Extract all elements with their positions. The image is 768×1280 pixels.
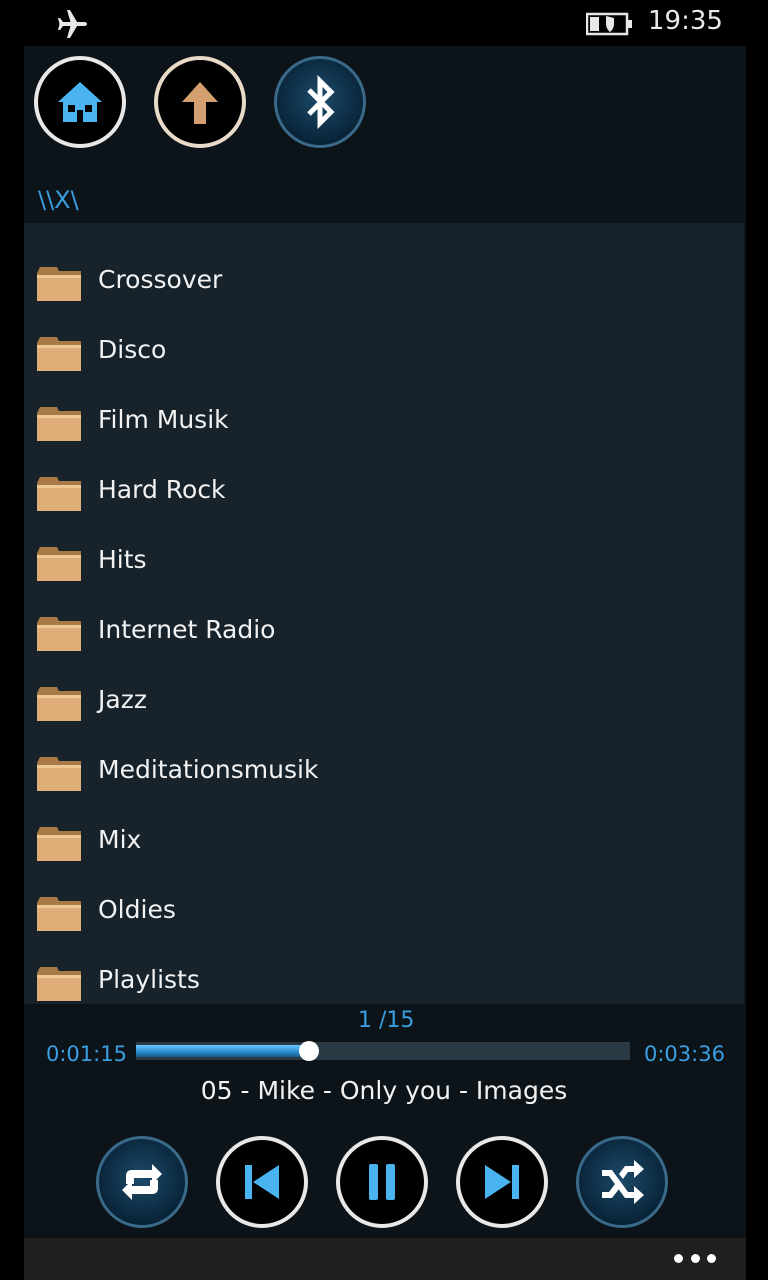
- elapsed-time: 0:01:15: [46, 1042, 127, 1066]
- dot: [690, 1253, 700, 1263]
- media-player: 1 /15 0:01:15 0:03:36 05 - Mike - Only y…: [24, 1008, 746, 1238]
- folder-icon: [37, 547, 81, 581]
- folder-icon: [37, 757, 81, 791]
- app-bar: [24, 1238, 746, 1280]
- home-button[interactable]: [34, 56, 126, 148]
- seek-progress: [136, 1045, 309, 1057]
- folder-label: Film Musik: [98, 405, 229, 434]
- folder-label: Jazz: [98, 685, 147, 714]
- folder-icon: [37, 407, 81, 441]
- previous-button[interactable]: [216, 1136, 308, 1228]
- status-bar: 19:35: [0, 0, 768, 46]
- repeat-button[interactable]: [96, 1136, 188, 1228]
- folder-label: Meditationsmusik: [98, 755, 319, 784]
- bluetooth-icon: [307, 74, 335, 130]
- current-path: \\X\: [38, 186, 79, 214]
- folder-label: Hard Rock: [98, 475, 226, 504]
- folder-list[interactable]: Crossover Disco Film Musik Hard Rock Hit…: [24, 223, 744, 1004]
- airplane-mode-icon: [58, 10, 87, 38]
- seek-thumb[interactable]: [298, 1041, 319, 1061]
- folder-icon: [37, 617, 81, 651]
- playback-controls: [24, 1132, 746, 1228]
- home-icon: [58, 82, 102, 122]
- folder-icon: [37, 267, 81, 301]
- folder-label: Mix: [98, 825, 142, 854]
- folder-icon: [37, 827, 81, 861]
- folder-item[interactable]: Jazz: [24, 673, 744, 743]
- more-dots-icon[interactable]: [674, 1248, 716, 1268]
- folder-label: Hits: [98, 545, 147, 574]
- folder-label: Crossover: [98, 265, 223, 294]
- folder-item[interactable]: Film Musik: [24, 393, 744, 463]
- arrow-up-icon: [182, 82, 218, 124]
- skip-previous-icon: [245, 1165, 279, 1199]
- folder-item[interactable]: Internet Radio: [24, 603, 744, 673]
- skip-next-icon: [485, 1165, 519, 1199]
- battery-saver-icon: [586, 12, 632, 36]
- now-playing-title: 05 - Mike - Only you - Images: [200, 1076, 568, 1105]
- file-browser-app: \\X\ Crossover Disco Film Musik Hard Roc…: [24, 46, 746, 1238]
- folder-label: Internet Radio: [98, 615, 276, 644]
- folder-item[interactable]: Playlists: [24, 953, 744, 1004]
- folder-icon: [37, 967, 81, 1001]
- folder-icon: [37, 897, 81, 931]
- folder-icon: [37, 337, 81, 371]
- folder-item[interactable]: Mix: [24, 813, 744, 883]
- up-folder-button[interactable]: [154, 56, 246, 148]
- folder-item[interactable]: Oldies: [24, 883, 744, 953]
- total-time: 0:03:36: [644, 1042, 725, 1066]
- folder-item[interactable]: Hits: [24, 533, 744, 603]
- shuffle-button[interactable]: [576, 1136, 668, 1228]
- repeat-icon: [122, 1164, 162, 1200]
- folder-item[interactable]: Disco: [24, 323, 744, 393]
- bluetooth-button[interactable]: [274, 56, 366, 148]
- track-counter: 1 /15: [358, 1008, 415, 1033]
- folder-label: Disco: [98, 335, 167, 364]
- folder-item[interactable]: Hard Rock: [24, 463, 744, 533]
- dot: [674, 1253, 683, 1263]
- folder-item[interactable]: Crossover: [24, 253, 744, 323]
- folder-label: Oldies: [98, 895, 176, 924]
- dot: [707, 1253, 716, 1263]
- toolbar: [32, 54, 432, 150]
- folder-icon: [37, 477, 81, 511]
- folder-item[interactable]: Meditationsmusik: [24, 743, 744, 813]
- pause-button[interactable]: [336, 1136, 428, 1228]
- shuffle-icon: [602, 1160, 644, 1204]
- clock: 19:35: [648, 6, 723, 36]
- seek-bar[interactable]: [136, 1041, 630, 1061]
- folder-label: Playlists: [98, 965, 200, 994]
- pause-icon: [369, 1164, 395, 1200]
- folder-icon: [37, 687, 81, 721]
- next-button[interactable]: [456, 1136, 548, 1228]
